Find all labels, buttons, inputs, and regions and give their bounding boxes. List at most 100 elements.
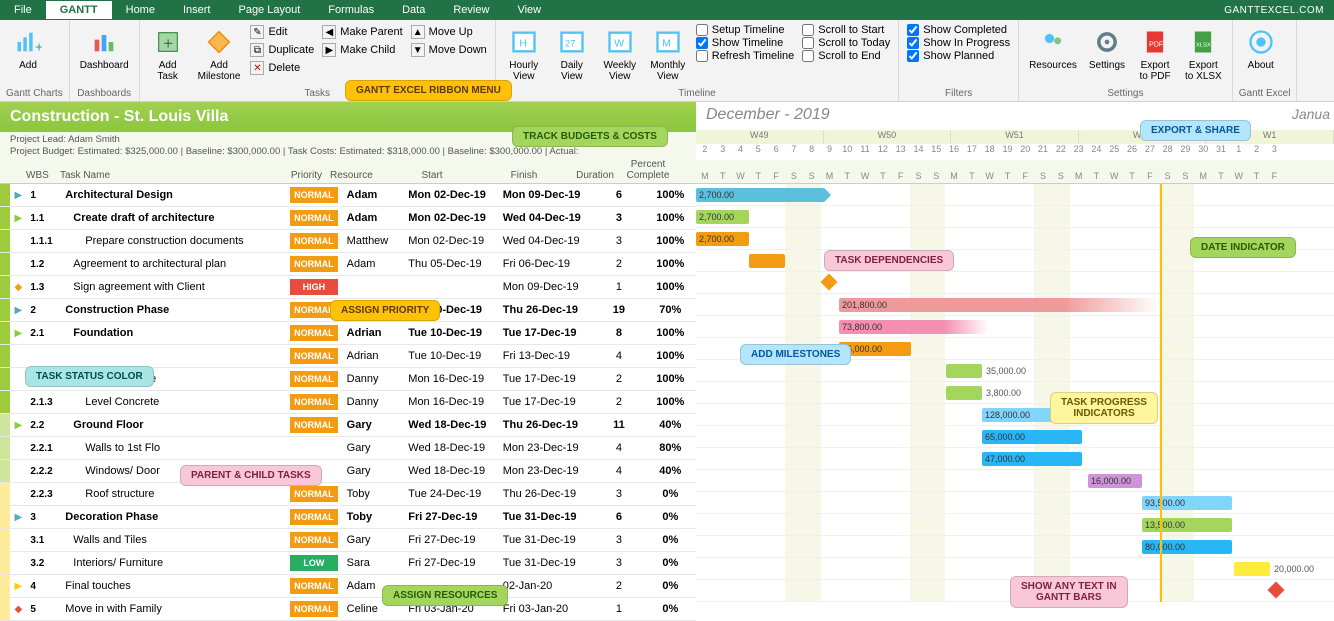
menu-view[interactable]: View bbox=[503, 1, 555, 19]
menu-gantt[interactable]: GANTT bbox=[46, 1, 112, 19]
task-row[interactable]: ▶2.2Ground FloorNORMALGaryWed 18-Dec-19T… bbox=[0, 414, 696, 437]
task-row[interactable]: 1.2Agreement to architectural planNORMAL… bbox=[0, 253, 696, 276]
gantt-row[interactable]: 65,000.00 bbox=[696, 426, 1334, 448]
daily-view-button[interactable]: 27Daily View bbox=[550, 24, 594, 88]
callout-status: TASK STATUS COLOR bbox=[25, 366, 154, 387]
gantt-row[interactable] bbox=[696, 272, 1334, 294]
gantt-row[interactable]: 2,700.00 bbox=[696, 206, 1334, 228]
menu-formulas[interactable]: Formulas bbox=[314, 1, 388, 19]
callout-progress: TASK PROGRESS INDICATORS bbox=[1050, 392, 1158, 424]
task-row[interactable]: ◆1.3Sign agreement with ClientHIGHMon 09… bbox=[0, 276, 696, 299]
task-row[interactable]: 2.2.1Walls to 1st FloGaryWed 18-Dec-19Mo… bbox=[0, 437, 696, 460]
timeline-opt-2[interactable]: Refresh Timeline bbox=[694, 50, 797, 62]
menu-review[interactable]: Review bbox=[439, 1, 503, 19]
add-chart-button[interactable]: + Add bbox=[6, 24, 50, 88]
column-headers: WBS Task Name Priority Resource Start Fi… bbox=[0, 160, 696, 184]
task-row[interactable]: 2.2.2Windows/ DoorGaryWed 18-Dec-19Mon 2… bbox=[0, 460, 696, 483]
gantt-bar[interactable]: 35,000.00 bbox=[946, 364, 982, 378]
duplicate-button[interactable]: ⧉Duplicate bbox=[248, 42, 316, 58]
task-row[interactable]: ◆5Move in with FamilyNORMALCelineFri 03-… bbox=[0, 598, 696, 621]
group-timeline: HHourly View 27Daily View WWeekly View M… bbox=[496, 20, 900, 101]
add-task-button[interactable]: + Add Task bbox=[146, 24, 190, 88]
ribbon: + Add Gantt Charts Dashboard Dashboards … bbox=[0, 20, 1334, 102]
settings-button[interactable]: Settings bbox=[1085, 24, 1129, 88]
callout-deps: TASK DEPENDENCIES bbox=[824, 250, 954, 271]
move-down-button[interactable]: ▼Move Down bbox=[409, 42, 489, 58]
resources-button[interactable]: Resources bbox=[1025, 24, 1081, 88]
add-milestone-button[interactable]: Add Milestone bbox=[194, 24, 245, 88]
gantt-row[interactable]: 201,800.00 bbox=[696, 294, 1334, 316]
menu-data[interactable]: Data bbox=[388, 1, 439, 19]
timeline-opt-0[interactable]: Setup Timeline bbox=[694, 24, 797, 36]
gantt-bar[interactable]: 201,800.00 bbox=[839, 298, 1159, 312]
task-row[interactable]: 2.2.3Roof structureNORMALTobyTue 24-Dec-… bbox=[0, 483, 696, 506]
timeline-opt-1[interactable]: Show Timeline bbox=[694, 37, 797, 49]
task-table[interactable]: ▶1Architectural DesignNORMALAdamMon 02-D… bbox=[0, 184, 696, 621]
callout-ribbon: GANTT EXCEL RIBBON MENU bbox=[345, 80, 512, 101]
move-up-button[interactable]: ▲Move Up bbox=[409, 24, 489, 40]
gantt-bar[interactable]: 73,800.00 bbox=[839, 320, 989, 334]
gantt-bar[interactable]: 20,000.00 bbox=[1234, 562, 1270, 576]
scroll-opt-0[interactable]: Scroll to Start bbox=[800, 24, 892, 36]
gantt-bar[interactable]: 93,500.00 bbox=[1142, 496, 1232, 510]
gantt-bar[interactable]: 47,000.00 bbox=[982, 452, 1082, 466]
gantt-row[interactable]: 3,800.00 bbox=[696, 382, 1334, 404]
filter-opt-0[interactable]: Show Completed bbox=[905, 24, 1012, 36]
delete-button[interactable]: ✕Delete bbox=[248, 60, 316, 76]
task-row[interactable]: ▶3Decoration PhaseNORMALTobyFri 27-Dec-1… bbox=[0, 506, 696, 529]
make-parent-button[interactable]: ◀Make Parent bbox=[320, 24, 404, 40]
menu-insert[interactable]: Insert bbox=[169, 1, 225, 19]
task-row[interactable]: ▶1.1Create draft of architectureNORMALAd… bbox=[0, 207, 696, 230]
task-row[interactable]: 1.1.1Prepare construction documentsNORMA… bbox=[0, 230, 696, 253]
filter-opt-1[interactable]: Show In Progress bbox=[905, 37, 1012, 49]
milestone-diamond[interactable] bbox=[821, 274, 838, 291]
task-row[interactable]: NORMALAdrianTue 10-Dec-19Fri 13-Dec-1941… bbox=[0, 345, 696, 368]
filter-opt-2[interactable]: Show Planned bbox=[905, 50, 1012, 62]
group-dashboards: Dashboard Dashboards bbox=[70, 20, 140, 101]
task-row[interactable]: ▶2.1FoundationNORMALAdrianTue 10-Dec-19T… bbox=[0, 322, 696, 345]
hourly-view-button[interactable]: HHourly View bbox=[502, 24, 546, 88]
task-row[interactable]: ▶1Architectural DesignNORMALAdamMon 02-D… bbox=[0, 184, 696, 207]
info-icon bbox=[1245, 26, 1277, 58]
edit-button[interactable]: ✎Edit bbox=[248, 24, 316, 40]
down-icon: ▼ bbox=[411, 43, 425, 57]
gantt-bar[interactable]: 16,000.00 bbox=[1088, 474, 1142, 488]
gantt-bar[interactable] bbox=[749, 254, 785, 268]
milestone-diamond[interactable] bbox=[1268, 582, 1285, 599]
gantt-bar[interactable]: 13,500.00 bbox=[1142, 518, 1232, 532]
gantt-bar[interactable]: 2,700.00 bbox=[696, 188, 831, 202]
xlsx-icon: XLSX bbox=[1187, 26, 1219, 58]
export-xlsx-button[interactable]: XLSXExport to XLSX bbox=[1181, 24, 1226, 88]
gantt-bar[interactable]: 65,000.00 bbox=[982, 430, 1082, 444]
task-row[interactable]: 2.1.3Level ConcreteNORMALDannyMon 16-Dec… bbox=[0, 391, 696, 414]
about-button[interactable]: About bbox=[1239, 24, 1283, 88]
task-row[interactable]: 3.2Interiors/ FurnitureLOWSaraFri 27-Dec… bbox=[0, 552, 696, 575]
gantt-row[interactable]: 2,700.00 bbox=[696, 184, 1334, 206]
gantt-row[interactable]: 47,000.00 bbox=[696, 448, 1334, 470]
gantt-row[interactable]: 128,000.00 bbox=[696, 404, 1334, 426]
task-row[interactable]: ▶4Final touchesNORMALAdam02-Jan-2020% bbox=[0, 575, 696, 598]
scroll-opt-2[interactable]: Scroll to End bbox=[800, 50, 892, 62]
gantt-bar[interactable]: 3,800.00 bbox=[946, 386, 982, 400]
weekly-view-button[interactable]: WWeekly View bbox=[598, 24, 642, 88]
make-child-button[interactable]: ▶Make Child bbox=[320, 42, 404, 58]
export-pdf-button[interactable]: PDFExport to PDF bbox=[1133, 24, 1177, 88]
gantt-bar[interactable]: 80,000.00 bbox=[1142, 540, 1232, 554]
pencil-icon: ✎ bbox=[250, 25, 264, 39]
gantt-row[interactable]: 13,500.00 bbox=[696, 514, 1334, 536]
monthly-view-button[interactable]: MMonthly View bbox=[646, 24, 690, 88]
svg-text:+: + bbox=[35, 38, 42, 54]
svg-text:M: M bbox=[662, 38, 671, 50]
task-row[interactable]: 3.1Walls and TilesNORMALGaryFri 27-Dec-1… bbox=[0, 529, 696, 552]
gantt-row[interactable]: 93,500.00 bbox=[696, 492, 1334, 514]
menu-file[interactable]: File bbox=[0, 1, 46, 19]
dashboard-button[interactable]: Dashboard bbox=[76, 24, 133, 88]
gantt-bar[interactable]: 2,700.00 bbox=[696, 210, 749, 224]
scroll-opt-1[interactable]: Scroll to Today bbox=[800, 37, 892, 49]
gantt-row[interactable]: 16,000.00 bbox=[696, 470, 1334, 492]
menu-home[interactable]: Home bbox=[112, 1, 169, 19]
gantt-row[interactable]: 73,800.00 bbox=[696, 316, 1334, 338]
menu-pagelayout[interactable]: Page Layout bbox=[224, 1, 314, 19]
gantt-row[interactable]: 80,000.00 bbox=[696, 536, 1334, 558]
gantt-bar[interactable]: 2,700.00 bbox=[696, 232, 749, 246]
